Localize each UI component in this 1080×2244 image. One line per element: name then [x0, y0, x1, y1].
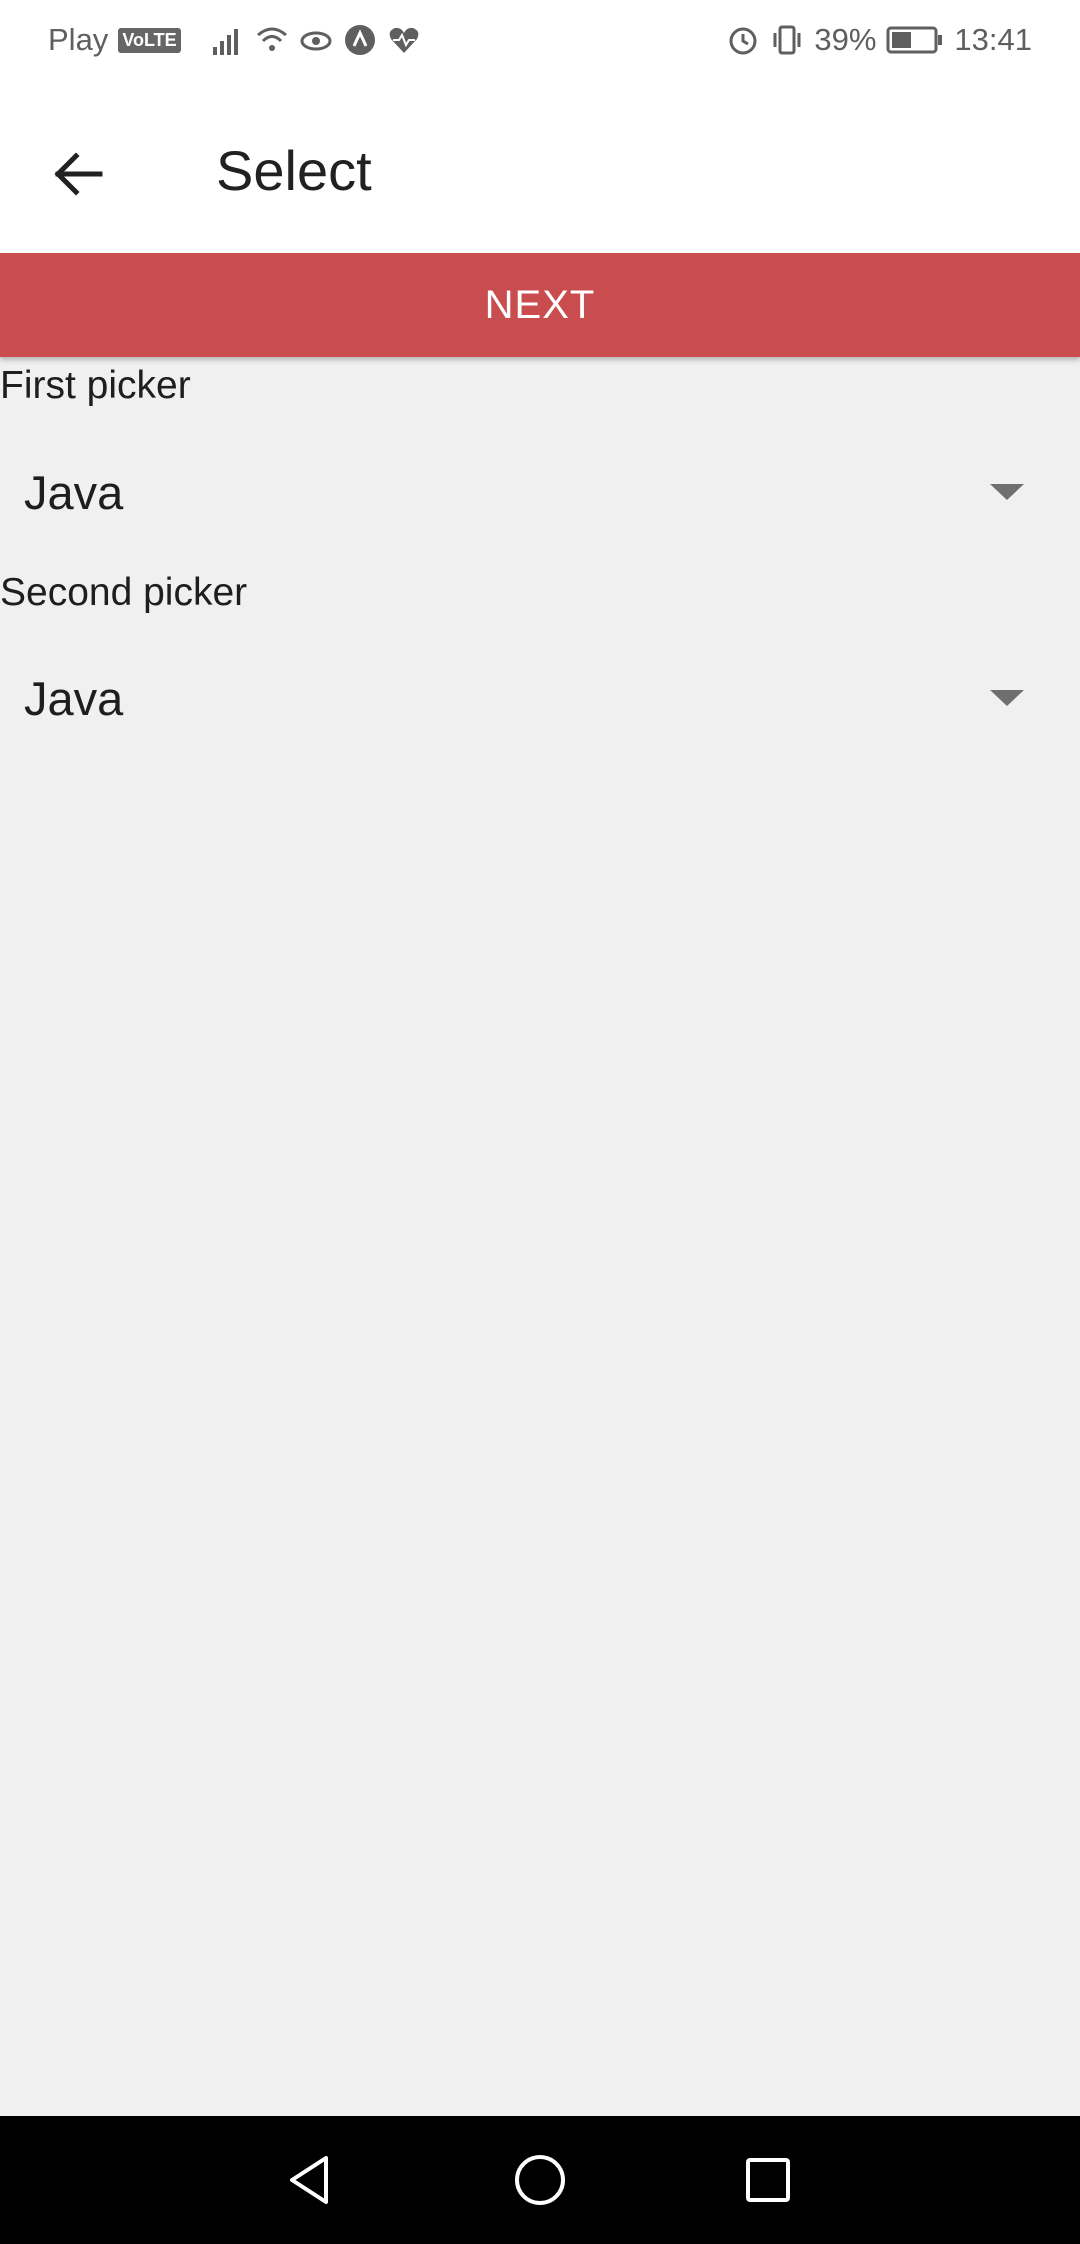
- square-recents-icon: [746, 2158, 790, 2202]
- alarm-icon: [729, 27, 757, 55]
- triangle-back-icon: [290, 2156, 328, 2204]
- battery-icon: [886, 26, 943, 54]
- app-notification-icon: [344, 25, 375, 55]
- status-bar: Play VoLTE 39% 13:41: [0, 0, 1080, 86]
- system-nav-bar: [0, 2116, 1080, 2244]
- signal-icon: [212, 29, 238, 55]
- wifi-icon: [256, 27, 287, 51]
- status-bar-left: Play VoLTE: [48, 22, 421, 58]
- health-heart-icon: [389, 27, 418, 53]
- caret-down-icon: [990, 690, 1024, 706]
- nav-recents-button[interactable]: [728, 2140, 808, 2220]
- app-bar: Select: [0, 86, 1080, 253]
- battery-percent: 39%: [814, 22, 877, 57]
- nav-back-button[interactable]: [270, 2140, 350, 2220]
- nav-home-button[interactable]: [500, 2140, 580, 2220]
- vibrate-icon: [773, 25, 801, 55]
- second-picker-dropdown[interactable]: Java: [0, 642, 1080, 754]
- clock-time: 13:41: [954, 22, 1032, 57]
- eye-icon: [300, 31, 332, 51]
- first-picker-label: First picker: [0, 364, 191, 407]
- caret-down-icon: [990, 484, 1024, 500]
- next-button[interactable]: NEXT: [0, 253, 1080, 357]
- second-picker-label: Second picker: [0, 571, 248, 614]
- status-bar-right: 39% 13:41: [726, 22, 1032, 58]
- first-picker-dropdown[interactable]: Java: [0, 436, 1080, 548]
- volte-badge: VoLTE: [118, 27, 181, 53]
- carrier-name: Play: [48, 22, 109, 57]
- page-title: Select: [216, 139, 372, 202]
- back-button[interactable]: [40, 136, 116, 212]
- circle-home-icon: [515, 2155, 565, 2205]
- second-picker-value: Java: [24, 671, 124, 725]
- first-picker-value: Java: [24, 465, 124, 519]
- arrow-left-icon: [54, 152, 103, 196]
